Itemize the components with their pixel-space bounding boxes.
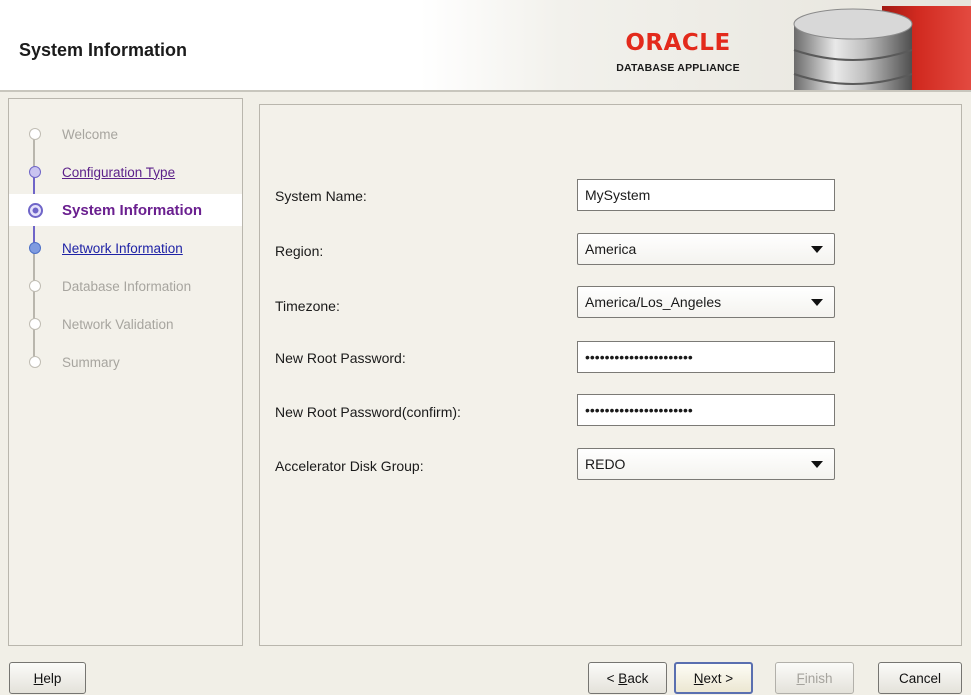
header-banner: System Information ORACLE DATABASE APPLI… (0, 0, 971, 90)
region-select-value: America (585, 241, 637, 257)
step-circle-icon (29, 128, 41, 140)
back-prefix: < (606, 670, 619, 686)
region-label: Region: (275, 243, 324, 259)
back-label: ack (627, 670, 649, 686)
step-label: Summary (62, 354, 120, 370)
cancel-button[interactable]: Cancel (878, 662, 962, 694)
system-name-label: System Name: (275, 188, 367, 204)
step-system-information: System Information (9, 194, 242, 226)
accelerator-disk-group-label: Accelerator Disk Group: (275, 458, 424, 474)
oracle-logo: ORACLE DATABASE APPLIANCE (580, 30, 776, 80)
step-label: System Information (62, 201, 203, 219)
help-button[interactable]: Help (9, 662, 86, 694)
step-label: Welcome (62, 126, 119, 142)
chevron-down-icon[interactable] (811, 245, 823, 253)
region-select[interactable]: America (577, 233, 835, 265)
help-mnemonic: H (33, 670, 44, 686)
next-label: ext > (703, 670, 734, 686)
timezone-select-value: America/Los_Angeles (585, 294, 722, 310)
step-network-validation: Network Validation (9, 308, 242, 340)
step-network-information[interactable]: Network Information (9, 232, 242, 264)
step-database-information: Database Information (9, 270, 242, 302)
step-circle-icon (29, 356, 41, 368)
timezone-label: Timezone: (275, 298, 340, 314)
back-button[interactable]: < Back (588, 662, 667, 694)
accelerator-disk-group-select[interactable]: REDO (577, 448, 835, 480)
step-label[interactable]: Network Information (62, 241, 183, 256)
step-current-icon (28, 202, 43, 218)
step-label: Database Information (62, 278, 192, 294)
step-label: Network Validation (62, 316, 174, 332)
step-configuration-type[interactable]: Configuration Type (9, 156, 242, 188)
step-circle-icon (29, 280, 41, 292)
step-summary: Summary (9, 346, 242, 378)
chevron-down-icon[interactable] (811, 298, 823, 306)
help-label: elp (43, 670, 62, 686)
timezone-select[interactable]: America/Los_Angeles (577, 286, 835, 318)
finish-label: inish (804, 670, 833, 686)
database-cylinder-icon (786, 6, 971, 90)
root-password-label: New Root Password: (275, 350, 406, 366)
oracle-logo-subtitle: DATABASE APPLIANCE (616, 62, 740, 74)
step-circle-icon (29, 166, 41, 178)
accelerator-disk-group-value: REDO (585, 456, 626, 472)
root-password-field[interactable] (577, 341, 835, 373)
step-welcome: Welcome (9, 118, 242, 150)
page-title: System Information (19, 40, 188, 60)
next-mnemonic: N (693, 670, 704, 686)
root-password-confirm-field[interactable] (577, 394, 835, 426)
step-circle-icon (29, 242, 41, 254)
step-circle-icon (29, 318, 41, 330)
oracle-logo-text: ORACLE (625, 30, 731, 56)
next-button[interactable]: Next > (674, 662, 753, 694)
step-label[interactable]: Configuration Type (62, 165, 175, 180)
back-mnemonic: B (618, 670, 628, 686)
system-name-input[interactable] (577, 179, 835, 211)
finish-button: Finish (775, 662, 854, 694)
chevron-down-icon[interactable] (811, 460, 823, 468)
finish-mnemonic: F (796, 670, 805, 686)
root-password-confirm-label: New Root Password(confirm): (275, 404, 461, 420)
